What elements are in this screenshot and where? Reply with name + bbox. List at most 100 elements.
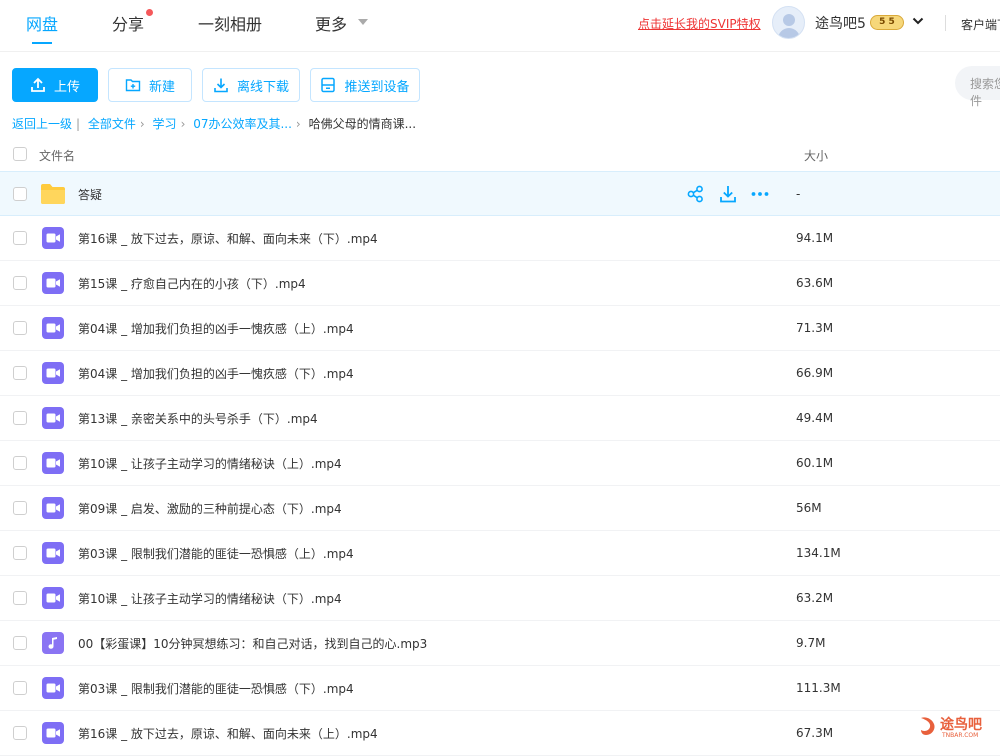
caret-down-icon[interactable] xyxy=(358,19,368,25)
row-checkbox[interactable] xyxy=(13,726,27,740)
row-checkbox[interactable] xyxy=(13,411,27,425)
column-filename[interactable]: 文件名 xyxy=(39,147,75,164)
file-name[interactable]: 第13课 _ 亲密关系中的头号杀手（下）.mp4 xyxy=(78,410,318,427)
file-size: - xyxy=(796,187,801,201)
video-file-icon xyxy=(42,272,64,294)
notification-dot xyxy=(146,9,153,16)
file-row[interactable]: 第16课 _ 放下过去，原谅、和解、面向未来（下）.mp4 94.1M xyxy=(0,216,1000,261)
file-name[interactable]: 第04课 _ 增加我们负担的凶手一愧疚感（下）.mp4 xyxy=(78,365,354,382)
offline-download-button[interactable]: 离线下载 xyxy=(202,68,300,102)
chevron-down-icon[interactable] xyxy=(912,15,924,27)
avatar-head xyxy=(783,14,795,26)
nav-active-indicator xyxy=(32,42,52,44)
file-row[interactable]: 第13课 _ 亲密关系中的头号杀手（下）.mp4 49.4M xyxy=(0,396,1000,441)
file-size: 49.4M xyxy=(796,411,834,425)
file-name[interactable]: 第03课 _ 限制我们潜能的匪徒一恐惧感（下）.mp4 xyxy=(78,680,354,697)
file-name[interactable]: 第16课 _ 放下过去，原谅、和解、面向未来（下）.mp4 xyxy=(78,230,378,247)
more-options-icon[interactable] xyxy=(750,184,770,204)
file-size: 66.9M xyxy=(796,366,834,380)
breadcrumb-divider: | xyxy=(76,117,81,131)
row-checkbox[interactable] xyxy=(13,321,27,335)
row-checkbox[interactable] xyxy=(13,231,27,245)
avatar-body xyxy=(778,28,800,38)
upload-label: 上传 xyxy=(53,79,80,95)
row-checkbox[interactable] xyxy=(13,456,27,470)
row-checkbox[interactable] xyxy=(13,636,27,650)
folder-icon xyxy=(41,184,65,204)
select-all-checkbox[interactable] xyxy=(13,147,27,161)
file-size: 111.3M xyxy=(796,681,841,695)
avatar[interactable] xyxy=(772,6,805,39)
file-size: 94.1M xyxy=(796,231,834,245)
nav-tab-more[interactable]: 更多 xyxy=(315,11,347,35)
breadcrumb-item-all-files[interactable]: 全部文件 xyxy=(88,117,136,131)
upload-button[interactable]: 上传 xyxy=(12,68,98,102)
file-row[interactable]: 第10课 _ 让孩子主动学习的情绪秘诀（下）.mp4 63.2M xyxy=(0,576,1000,621)
video-file-icon xyxy=(42,722,64,744)
file-size: 56M xyxy=(796,501,822,515)
breadcrumb-arrow: › xyxy=(295,117,301,131)
svip-renew-link[interactable]: 点击延长我的SVIP特权 xyxy=(638,15,761,32)
video-file-icon xyxy=(42,317,64,339)
breadcrumb-current: 哈佛父母的情商课... xyxy=(308,117,417,131)
video-file-icon xyxy=(42,497,64,519)
file-name[interactable]: 00【彩蛋课】10分钟冥想练习：和自己对话，找到自己的心.mp3 xyxy=(78,635,427,652)
file-row[interactable]: 第10课 _ 让孩子主动学习的情绪秘诀（上）.mp4 60.1M xyxy=(0,441,1000,486)
breadcrumb: 返回上一级 | 全部文件 › 学习 › 07办公效率及其... › 哈佛父母的情商课..… xyxy=(12,115,420,132)
folder-row[interactable]: 答疑 - xyxy=(0,171,1000,216)
video-file-icon xyxy=(42,677,64,699)
new-folder-icon xyxy=(125,79,141,92)
file-row[interactable]: 00【彩蛋课】10分钟冥想练习：和自己对话，找到自己的心.mp3 9.7M xyxy=(0,621,1000,666)
download-icon[interactable] xyxy=(718,184,738,204)
offline-download-label: 离线下载 xyxy=(236,79,289,95)
file-row[interactable]: 第16课 _ 放下过去，原谅、和解、面向未来（上）.mp4 67.3M xyxy=(0,711,1000,756)
file-name[interactable]: 第04课 _ 增加我们负担的凶手一愧疚感（上）.mp4 xyxy=(78,320,354,337)
device-icon xyxy=(321,77,336,93)
file-row[interactable]: 第03课 _ 限制我们潜能的匪徒一恐惧感（下）.mp4 111.3M xyxy=(0,666,1000,711)
client-download-link[interactable]: 客户端下载 xyxy=(961,16,1000,33)
file-row[interactable]: 第15课 _ 疗愈自己内在的小孩（下）.mp4 63.6M xyxy=(0,261,1000,306)
file-name[interactable]: 第09课 _ 启发、激励的三种前提心态（下）.mp4 xyxy=(78,500,342,517)
file-name[interactable]: 第10课 _ 让孩子主动学习的情绪秘诀（下）.mp4 xyxy=(78,590,342,607)
row-checkbox[interactable] xyxy=(13,591,27,605)
breadcrumb-item-office[interactable]: 07办公效率及其... xyxy=(193,117,292,131)
top-bar: 网盘 分享 一刻相册 更多 点击延长我的SVIP特权 途鸟吧5 5 5 客户端下… xyxy=(0,0,1000,52)
username[interactable]: 途鸟吧5 xyxy=(815,13,866,33)
file-size: 9.7M xyxy=(796,636,826,650)
watermark-subtext: TNBAR.COM xyxy=(942,732,979,739)
breadcrumb-arrow: › xyxy=(139,117,145,131)
file-name[interactable]: 第16课 _ 放下过去，原谅、和解、面向未来（上）.mp4 xyxy=(78,725,378,742)
file-row[interactable]: 第03课 _ 限制我们潜能的匪徒一恐惧感（上）.mp4 134.1M xyxy=(0,531,1000,576)
nav-tab-share[interactable]: 分享 xyxy=(112,11,144,35)
video-file-icon xyxy=(42,362,64,384)
row-checkbox[interactable] xyxy=(13,276,27,290)
row-checkbox[interactable] xyxy=(13,501,27,515)
push-to-device-button[interactable]: 推送到设备 xyxy=(310,68,420,102)
file-list-header: 文件名 大小 xyxy=(0,140,1000,170)
file-row[interactable]: 第09课 _ 启发、激励的三种前提心态（下）.mp4 56M xyxy=(0,486,1000,531)
new-folder-button[interactable]: 新建 xyxy=(108,68,192,102)
file-name[interactable]: 第15课 _ 疗愈自己内在的小孩（下）.mp4 xyxy=(78,275,306,292)
search-input[interactable]: 搜索您的文件 xyxy=(955,66,1000,108)
row-checkbox[interactable] xyxy=(13,681,27,695)
file-name[interactable]: 答疑 xyxy=(78,186,102,203)
row-actions xyxy=(686,184,770,204)
file-row[interactable]: 第04课 _ 增加我们负担的凶手一愧疚感（下）.mp4 66.9M xyxy=(0,351,1000,396)
video-file-icon xyxy=(42,587,64,609)
breadcrumb-back[interactable]: 返回上一级 xyxy=(12,117,72,131)
file-row[interactable]: 第04课 _ 增加我们负担的凶手一愧疚感（上）.mp4 71.3M xyxy=(0,306,1000,351)
file-size: 134.1M xyxy=(796,546,841,560)
row-checkbox[interactable] xyxy=(13,366,27,380)
download-icon xyxy=(214,78,228,93)
file-size: 71.3M xyxy=(796,321,834,335)
row-checkbox[interactable] xyxy=(13,187,27,201)
row-checkbox[interactable] xyxy=(13,546,27,560)
file-name[interactable]: 第03课 _ 限制我们潜能的匪徒一恐惧感（上）.mp4 xyxy=(78,545,354,562)
share-icon[interactable] xyxy=(686,184,706,204)
file-name[interactable]: 第10课 _ 让孩子主动学习的情绪秘诀（上）.mp4 xyxy=(78,455,342,472)
nav-tab-photo-album[interactable]: 一刻相册 xyxy=(198,11,262,35)
video-file-icon xyxy=(42,452,64,474)
column-size[interactable]: 大小 xyxy=(804,147,828,164)
breadcrumb-item-study[interactable]: 学习 xyxy=(153,117,177,131)
nav-tab-netdisk[interactable]: 网盘 xyxy=(26,11,58,35)
